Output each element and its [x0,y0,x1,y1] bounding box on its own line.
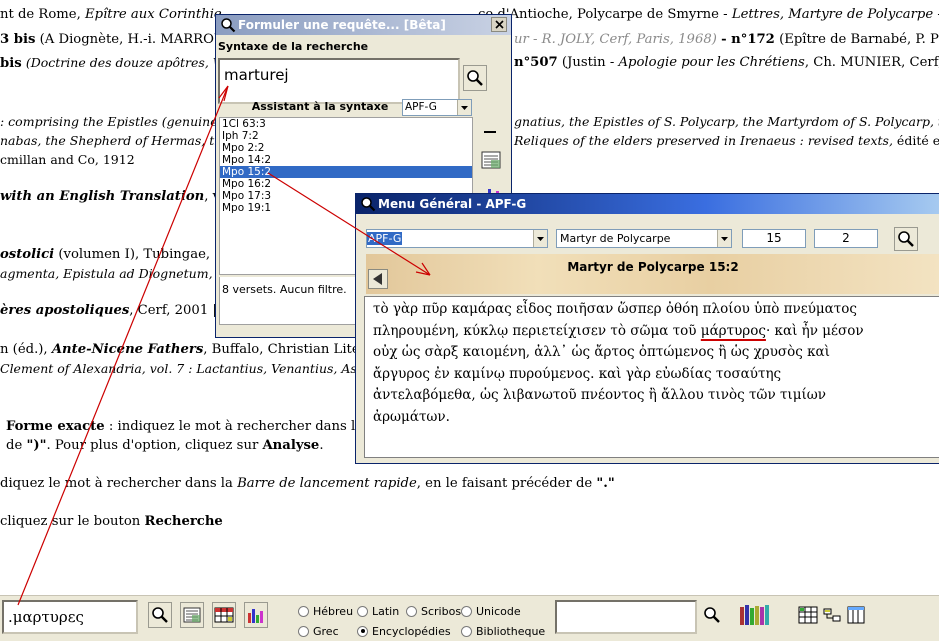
menu-corpus-value: APF-G [367,232,403,245]
result-item[interactable]: 1Cl 63:3 [220,118,472,130]
radio-label: Latin [372,604,400,618]
document-grid-icon[interactable] [480,149,502,171]
general-menu-title: Menu Général - APF-G [378,197,527,211]
radio-latin[interactable]: Latin [357,604,399,618]
bar-chart-icon [248,609,263,623]
corpus-select[interactable]: APF-G [402,99,472,116]
greek-passage-text[interactable]: τὸ γὰρ πῦρ καμάρας εἶδος ποιῆσαν ὥσπερ ὀ… [364,296,939,458]
table-tool-button[interactable] [212,602,236,628]
quick-search-input[interactable]: .μαρτυρες [2,600,138,634]
corpus-select-value: APF-G [405,101,437,113]
secondary-search-input[interactable] [555,600,697,634]
greek-line: πληρουμένη, κύκλῳ περιετείχισεν τὸ σῶμα … [373,322,864,339]
close-icon [494,20,504,29]
go-to-passage-button[interactable] [894,227,918,251]
result-item[interactable]: Iph 7:2 [220,130,472,142]
radio-encyclopedies[interactable]: Encyclopédies [357,624,451,638]
radio-unicode[interactable]: Unicode [461,604,521,618]
chevron-down-icon[interactable] [457,100,471,115]
status-text: 8 versets. Aucun filtre. [222,283,347,296]
library-button[interactable] [738,602,772,628]
magnifier-icon [221,18,236,33]
general-menu-titlebar[interactable]: Menu Général - APF-G [356,194,939,214]
magnifier-icon [467,70,483,86]
text-tool-button[interactable] [180,602,204,628]
radio-label: Grec [313,624,339,638]
result-item[interactable]: Mpo 2:2 [220,142,472,154]
magnifier-icon [898,231,914,247]
general-menu-window: Menu Général - APF-G APF-G Martyr de Pol… [355,193,939,464]
columns-button[interactable] [844,602,868,628]
radio-label: Hébreu [313,604,354,618]
greek-line: ἄργυρος ἐν καμίνῳ πυρούμενος. καὶ γὰρ εὐ… [373,365,782,382]
syntax-label: Syntaxe de la recherche [218,40,369,53]
stats-tool-button[interactable] [244,602,268,628]
chapter-input[interactable]: 15 [742,229,806,248]
chevron-down-icon[interactable] [717,230,731,247]
highlighted-word: μάρτυρος [700,322,766,339]
radio-label: Unicode [476,604,521,618]
arrow-left-icon [373,273,382,285]
result-item[interactable]: Mpo 16:2 [220,178,472,190]
grid-icon [798,606,818,624]
menu-corpus-select[interactable]: APF-G [366,229,548,248]
result-item[interactable]: Mpo 15:2 [220,166,472,178]
language-radio-group: Hébreu Latin Scribos Unicode Grec Encycl… [298,602,548,638]
quick-search-button[interactable] [148,602,172,628]
query-search-button[interactable] [463,65,487,91]
radio-label: Encyclopédies [372,624,451,638]
radio-button[interactable] [357,605,368,617]
radio-grec[interactable]: Grec [298,624,339,638]
chevron-down-icon[interactable] [533,230,547,247]
radio-label: Scribos [421,604,462,618]
secondary-search-button[interactable] [700,602,724,628]
grid-button[interactable] [796,602,820,628]
query-window-title: Formuler une requête... [Bêta] [238,18,446,32]
radio-hebreu[interactable]: Hébreu [298,604,353,618]
table-icon [214,607,234,623]
radio-bibliotheque[interactable]: Bibliotheque [461,624,545,638]
greek-line: ἀρωμάτων. [373,408,450,425]
radio-label: Bibliotheque [476,624,546,638]
passage-title: Martyr de Polycarpe 15:2 [567,260,739,274]
quick-launch-bar: .μαρτυρες Hébreu Latin Scribos Unicode G… [0,595,939,641]
radio-scribos[interactable]: Scribos [406,604,461,618]
columns-icon [847,606,865,624]
radio-button[interactable] [461,605,472,617]
query-window-titlebar[interactable]: Formuler une requête... [Bêta] [216,15,511,35]
magnifier-icon [361,197,376,212]
network-icon [823,608,841,622]
radio-button[interactable] [298,605,309,617]
magnifier-icon [152,607,168,623]
network-button[interactable] [820,602,844,628]
document-grid-icon [183,607,201,623]
greek-line: ἀντελαβόμεθα, ὡς λιβανωτοῦ πνέοντος ἢ ἄλ… [373,387,826,403]
radio-button[interactable] [298,625,309,637]
greek-line: τὸ γὰρ πῦρ καμάρας εἶδος ποιῆσαν ὥσπερ ὀ… [373,301,857,317]
verse-input[interactable]: 2 [814,229,878,248]
greek-line: οὐχ ὡς σὰρξ καιομένη, ἀλλ᾽ ὡς ἄρτος ὀπτώ… [373,344,830,360]
menu-author-select[interactable]: Martyr de Polycarpe [556,229,732,248]
menu-author-value: Martyr de Polycarpe [560,232,671,245]
radio-button[interactable] [461,625,472,637]
syntax-assistant-button[interactable]: Assistant à la syntaxe [240,97,400,115]
radio-button[interactable] [406,605,417,617]
radio-button[interactable] [357,625,368,637]
minus-icon[interactable] [484,131,496,133]
books-icon [740,605,769,625]
result-item[interactable]: Mpo 14:2 [220,154,472,166]
close-button[interactable] [491,17,507,32]
magnifier-icon [704,607,720,623]
